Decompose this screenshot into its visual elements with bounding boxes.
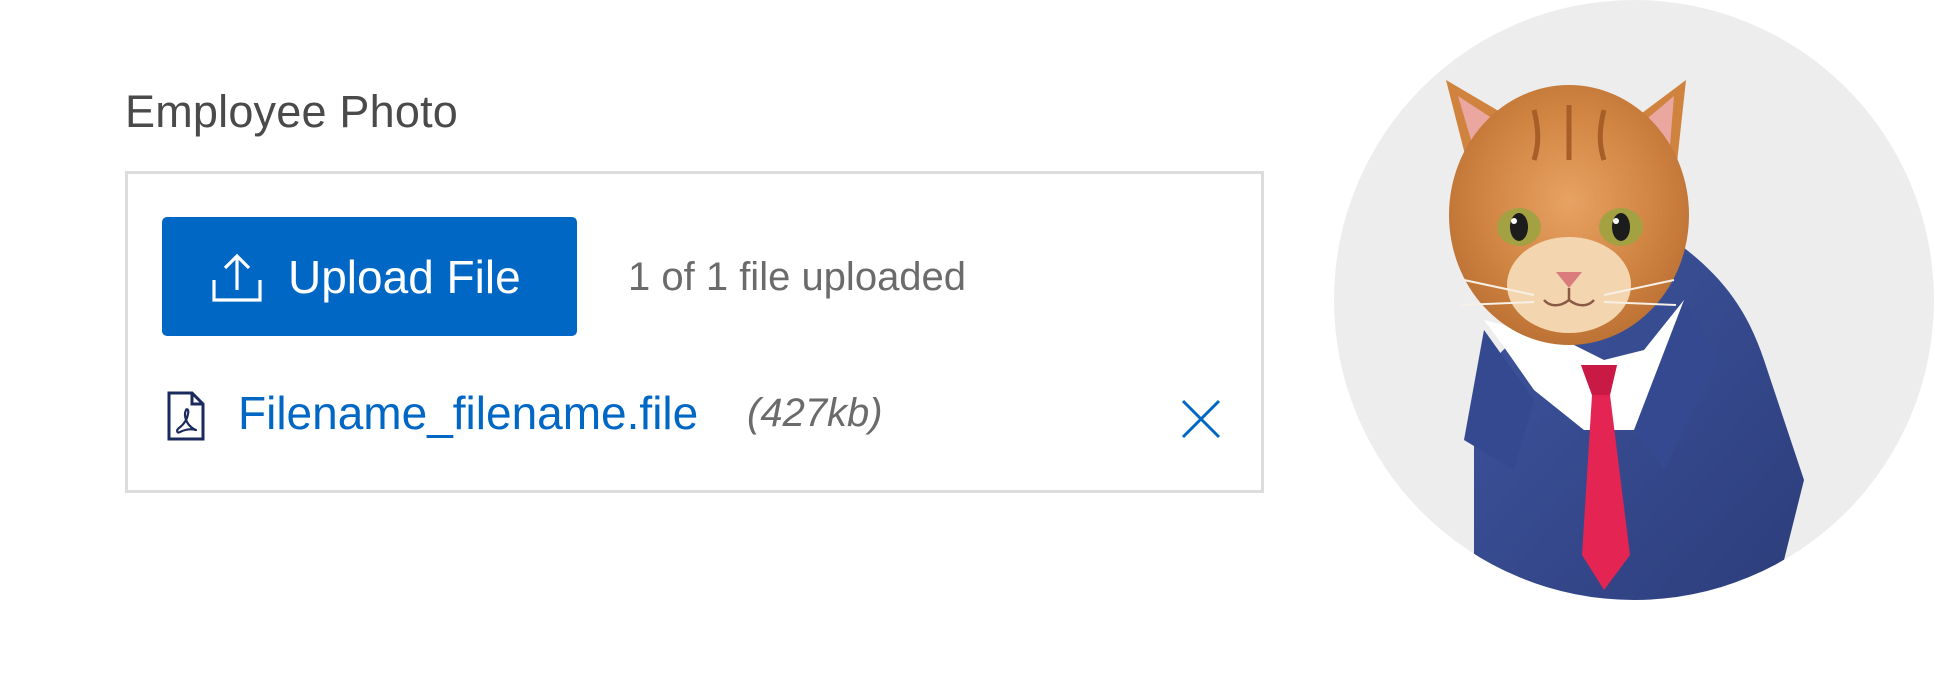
upload-status-text: 1 of 1 file uploaded: [628, 255, 967, 299]
file-name-link[interactable]: Filename_filename.file: [238, 386, 698, 440]
cat-in-suit-photo: [1446, 80, 1804, 600]
uploaded-file-row: Filename_filename.file (427kb): [166, 386, 1226, 452]
upload-panel: Upload File 1 of 1 file uploaded Filenam…: [125, 171, 1264, 493]
pdf-file-icon: [166, 390, 206, 442]
remove-file-button[interactable]: [1179, 397, 1223, 441]
close-icon: [1181, 399, 1221, 439]
upload-file-button[interactable]: Upload File: [162, 217, 577, 336]
upload-button-label: Upload File: [288, 250, 521, 303]
upload-icon: [210, 250, 264, 304]
employee-photo: [1334, 0, 1934, 600]
field-title: Employee Photo: [125, 86, 459, 137]
file-size: (427kb): [747, 391, 883, 435]
